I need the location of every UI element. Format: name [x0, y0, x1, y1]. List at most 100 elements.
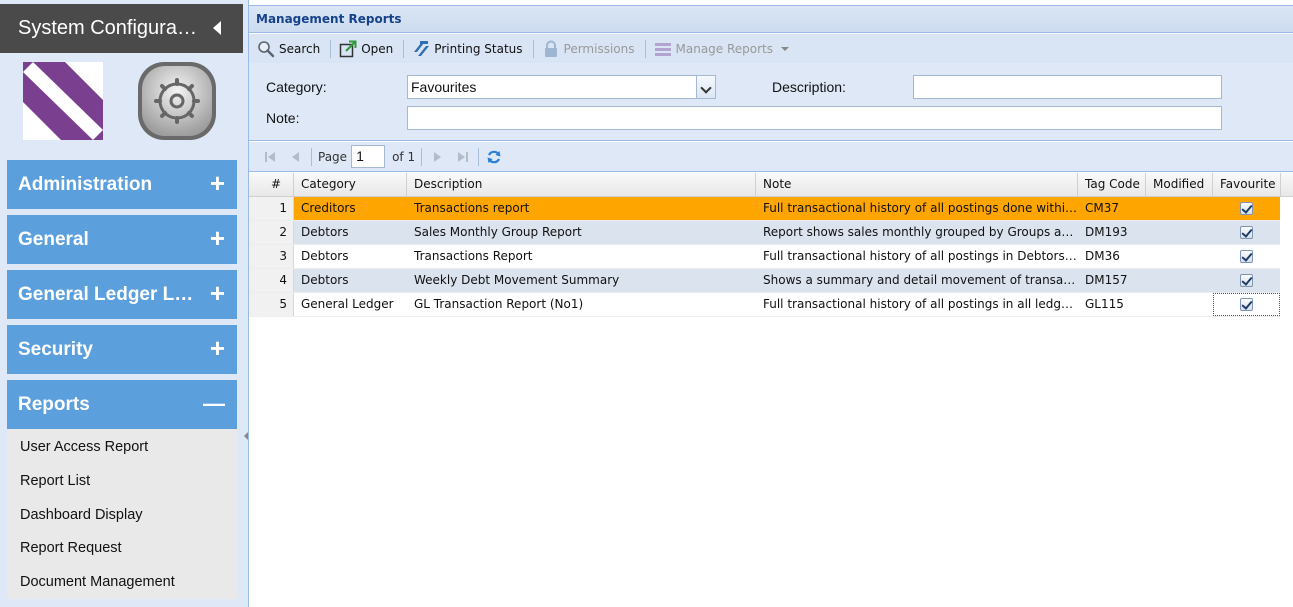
note-input[interactable]: [407, 106, 1222, 130]
permissions-button[interactable]: Permissions: [538, 38, 639, 60]
panel-title: Management Reports: [249, 5, 1293, 33]
sidebar-header: System Configurati…: [0, 4, 243, 53]
collapse-sidebar-icon[interactable]: [213, 21, 221, 35]
expand-plus-icon[interactable]: +: [210, 335, 225, 361]
cell-modified: [1146, 221, 1213, 244]
favourite-checkbox[interactable]: [1240, 250, 1253, 263]
cell-category: Debtors: [301, 273, 349, 287]
description-label: Description:: [772, 79, 846, 95]
dropdown-arrow-icon[interactable]: [781, 46, 790, 51]
sidebar-group-label: Administration: [18, 173, 153, 195]
page-number-input[interactable]: 1: [351, 145, 386, 168]
favourite-checkbox[interactable]: [1240, 274, 1253, 287]
sidebar-group-general[interactable]: General +: [7, 215, 237, 264]
table-row[interactable]: 4 Debtors Weekly Debt Movement Summary S…: [249, 269, 1280, 293]
page-count-label: of 1: [392, 149, 416, 164]
splitter-collapse-icon[interactable]: [244, 432, 248, 440]
cell-tag-code: DM36: [1085, 249, 1120, 263]
cell-note: Report shows sales monthly grouped by Gr…: [763, 225, 1078, 239]
row-number: 5: [249, 293, 294, 316]
row-number: 2: [249, 221, 294, 244]
pager-divider: [421, 147, 423, 166]
sidebar-group-label: Reports: [18, 393, 90, 415]
column-header-modified[interactable]: Modified: [1146, 173, 1213, 197]
column-header-note[interactable]: Note: [756, 173, 1078, 197]
last-page-icon[interactable]: [455, 149, 471, 165]
row-number: 3: [249, 245, 294, 268]
sidebar-group-label: Security: [18, 338, 93, 360]
cell-modified: [1146, 197, 1213, 220]
favourite-checkbox[interactable]: [1240, 202, 1253, 215]
next-page-icon[interactable]: [429, 149, 445, 165]
cell-modified: [1146, 245, 1213, 268]
column-header-favourite[interactable]: Favourite: [1213, 173, 1281, 197]
expand-plus-icon[interactable]: +: [210, 280, 225, 306]
toolbar: Search Open Printing Status Permissions: [249, 34, 1293, 63]
expand-plus-icon[interactable]: +: [210, 170, 225, 196]
open-label: Open: [361, 41, 394, 56]
favourite-checkbox[interactable]: [1240, 298, 1253, 311]
open-external-icon: [339, 40, 357, 58]
search-button[interactable]: Search: [253, 38, 324, 60]
system-config-gear-icon: [138, 62, 216, 140]
pager-divider: [478, 147, 480, 166]
sidebar-group-label: General: [18, 228, 89, 250]
table-row[interactable]: 3 Debtors Transactions Report Full trans…: [249, 245, 1280, 269]
cell-description: Sales Monthly Group Report: [414, 225, 582, 239]
collapse-minus-icon[interactable]: —: [203, 392, 225, 416]
company-logo: [23, 62, 103, 140]
category-dropdown-icon[interactable]: [696, 75, 716, 99]
sidebar-item-document-management[interactable]: Document Management: [20, 574, 175, 590]
cell-category: Debtors: [301, 225, 349, 239]
column-header-tag-code[interactable]: Tag Code: [1078, 173, 1146, 197]
column-header-filler: [1281, 173, 1293, 197]
column-header-category[interactable]: Category: [294, 173, 407, 197]
previous-page-icon[interactable]: [288, 149, 304, 165]
first-page-icon[interactable]: [262, 149, 278, 165]
cell-tag-code: GL115: [1085, 297, 1124, 311]
printing-status-icon: [412, 40, 430, 58]
sidebar-item-report-list[interactable]: Report List: [20, 473, 90, 489]
page-label: Page: [318, 149, 348, 164]
cell-category: Debtors: [301, 249, 349, 263]
manage-reports-button[interactable]: Manage Reports: [650, 38, 794, 60]
sidebar-item-dashboard-display[interactable]: Dashboard Display: [20, 507, 143, 523]
cell-tag-code: DM193: [1085, 225, 1128, 239]
expand-plus-icon[interactable]: +: [210, 225, 225, 251]
sidebar-item-user-access-report[interactable]: User Access Report: [20, 439, 148, 455]
cell-modified: [1146, 269, 1213, 292]
cell-note: Full transactional history of all postin…: [763, 249, 1078, 263]
sidebar-item-report-request[interactable]: Report Request: [20, 540, 122, 556]
toolbar-divider: [644, 39, 646, 58]
printing-status-button[interactable]: Printing Status: [408, 38, 526, 60]
cell-category: Creditors: [301, 201, 356, 215]
sidebar-group-general-ledger[interactable]: General Ledger Lin… +: [7, 270, 237, 319]
table-row[interactable]: 1 Creditors Transactions report Full tra…: [249, 197, 1280, 221]
description-input[interactable]: [913, 75, 1222, 99]
column-header-number[interactable]: #: [249, 173, 294, 197]
sidebar-group-security[interactable]: Security +: [7, 325, 237, 374]
category-select[interactable]: Favourites: [407, 75, 697, 99]
table-row[interactable]: 2 Debtors Sales Monthly Group Report Rep…: [249, 221, 1280, 245]
cell-note: Full transactional history of all postin…: [763, 201, 1078, 215]
manage-reports-label: Manage Reports: [675, 41, 774, 56]
refresh-icon[interactable]: [486, 149, 502, 165]
cell-description: Transactions Report: [414, 249, 533, 263]
category-label: Category:: [266, 79, 327, 95]
sidebar-group-administration[interactable]: Administration +: [7, 160, 237, 209]
lock-icon: [542, 40, 560, 58]
column-header-description[interactable]: Description: [407, 173, 756, 197]
cell-modified: [1146, 293, 1213, 316]
toolbar-divider: [532, 39, 534, 58]
table-row[interactable]: 5 General Ledger GL Transaction Report (…: [249, 293, 1280, 317]
cell-note: Full transactional history of all postin…: [763, 297, 1078, 311]
favourite-checkbox[interactable]: [1240, 226, 1253, 239]
paging-toolbar: Page 1 of 1: [249, 142, 1293, 172]
sidebar-group-reports[interactable]: Reports —: [7, 380, 237, 429]
sidebar-title: System Configurati…: [18, 17, 198, 39]
cell-tag-code: CM37: [1085, 201, 1120, 215]
open-button[interactable]: Open: [335, 38, 397, 60]
search-label: Search: [279, 41, 321, 56]
row-number: 4: [249, 269, 294, 292]
row-number: 1: [249, 197, 294, 220]
